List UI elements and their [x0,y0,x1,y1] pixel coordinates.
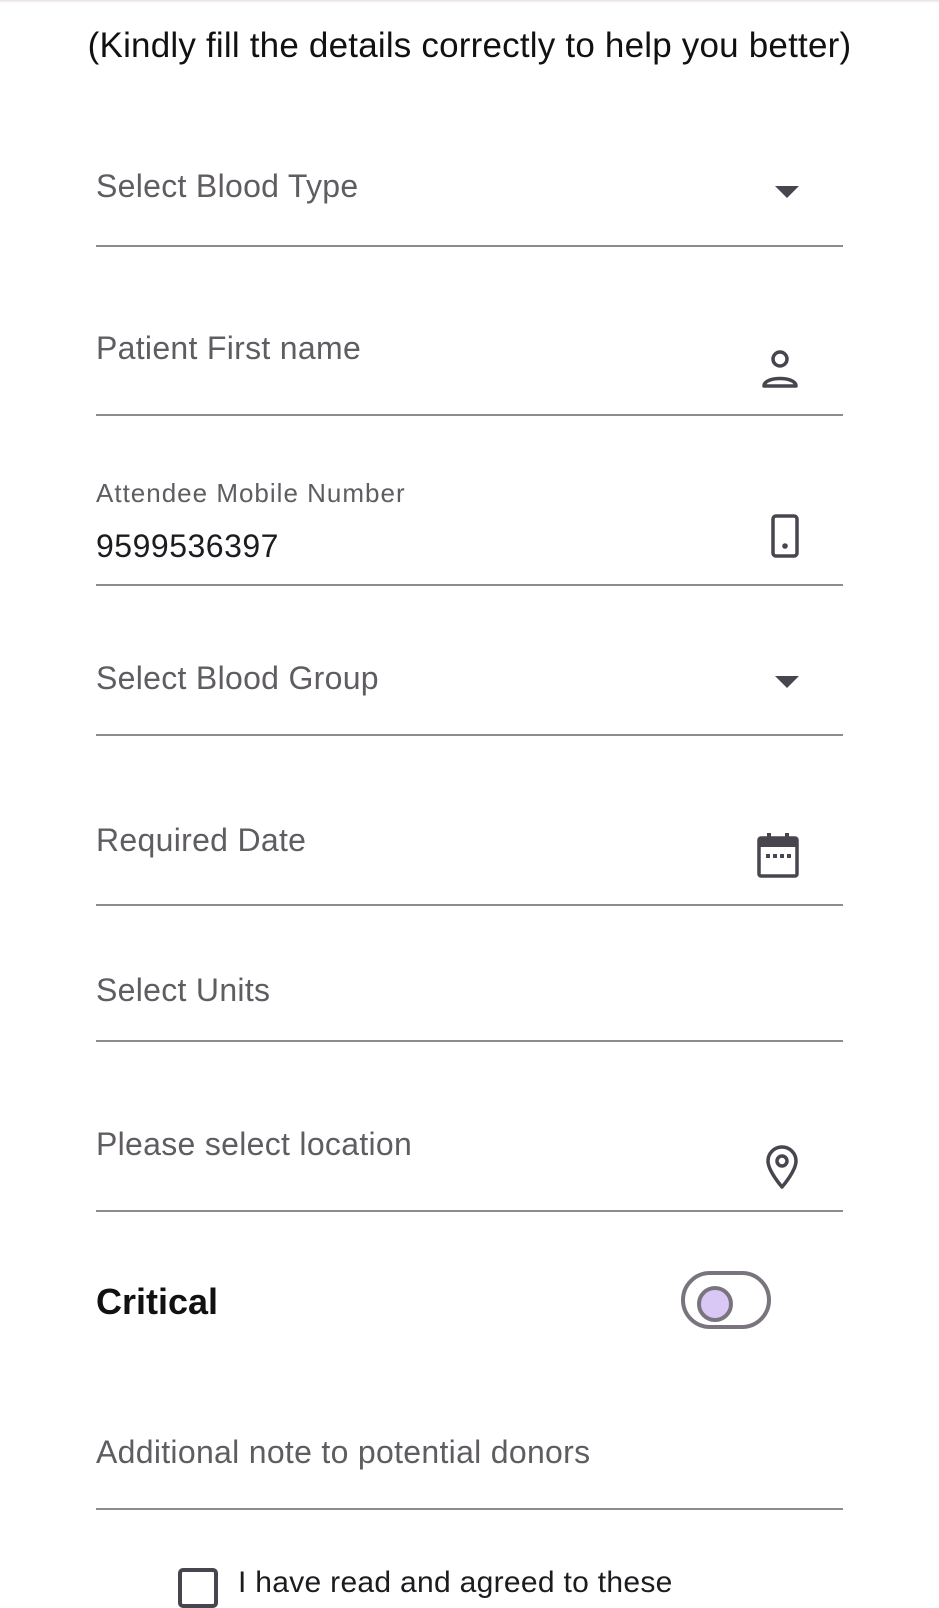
critical-label: Critical [96,1281,219,1322]
blood-group-placeholder: Select Blood Group [96,660,379,696]
person-icon [762,350,798,388]
blood-type-placeholder: Select Blood Type [96,168,359,204]
patient-first-name-field[interactable]: Patient First name [96,318,843,416]
toggle-thumb [697,1286,733,1322]
blood-type-dropdown[interactable]: Select Blood Type [96,160,843,247]
additional-note-field[interactable]: Additional note to potential donors [96,1420,843,1510]
attendee-mobile-value: 9599536397 [96,528,279,564]
units-field[interactable]: Select Units [96,960,843,1042]
agreement-checkbox[interactable] [178,1568,218,1608]
dropdown-arrow-icon [775,676,799,688]
location-placeholder: Please select location [96,1126,413,1162]
phone-icon [771,514,799,558]
blood-group-dropdown[interactable]: Select Blood Group [96,650,843,736]
additional-note-placeholder: Additional note to potential donors [96,1434,591,1470]
required-date-field[interactable]: Required Date [96,800,843,906]
attendee-mobile-field[interactable]: Attendee Mobile Number 9599536397 [96,470,843,586]
critical-toggle[interactable] [681,1271,771,1329]
units-placeholder: Select Units [96,972,271,1008]
calendar-icon [757,833,799,878]
required-date-placeholder: Required Date [96,822,307,858]
attendee-mobile-label: Attendee Mobile Number [96,478,406,508]
agreement-text: I have read and agreed to these [238,1566,673,1599]
form-instructions: (Kindly fill the details correctly to he… [87,26,852,65]
dropdown-arrow-icon [775,186,799,198]
location-pin-icon [766,1145,798,1189]
patient-first-name-placeholder: Patient First name [96,330,362,366]
location-field[interactable]: Please select location [96,1100,843,1212]
top-edge [0,0,939,3]
